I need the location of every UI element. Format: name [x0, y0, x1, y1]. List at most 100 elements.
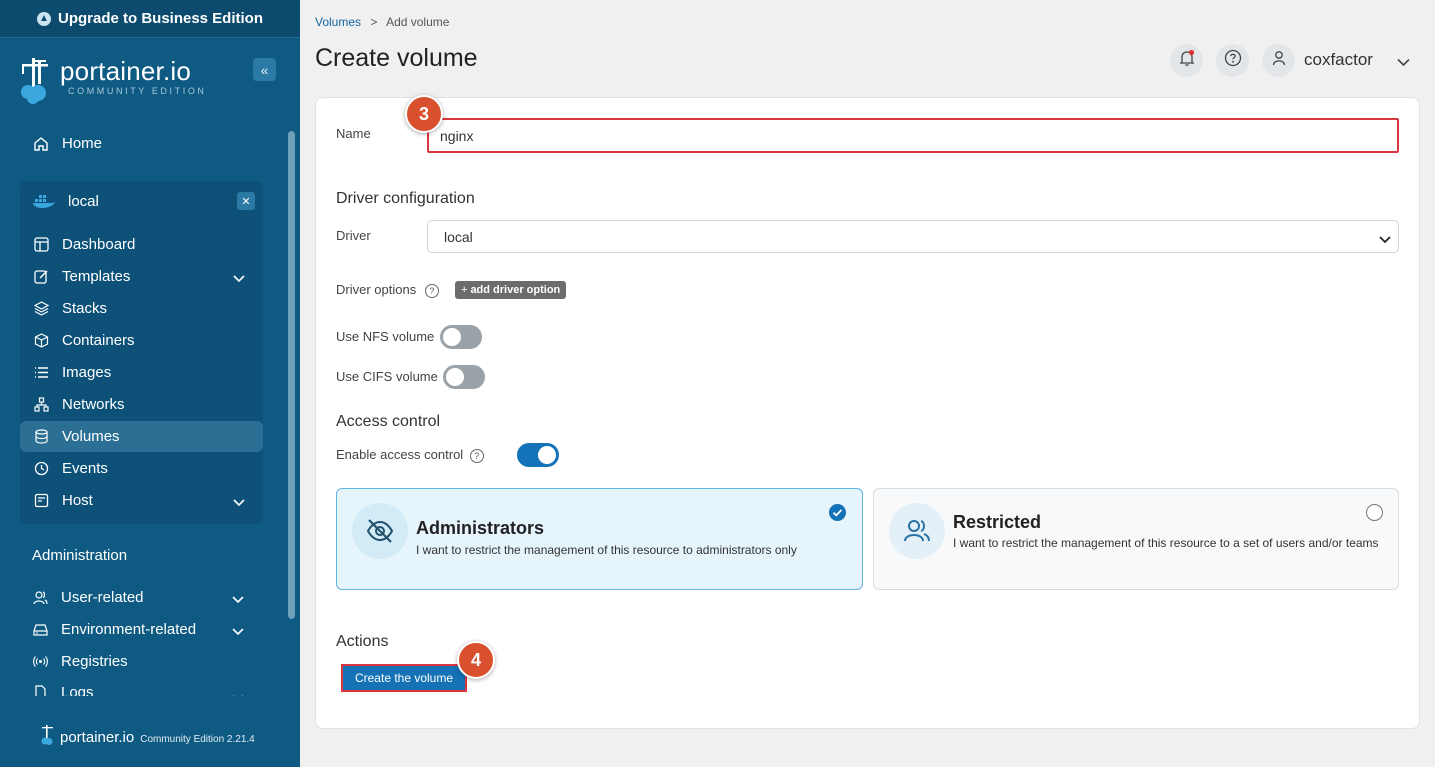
upgrade-banner[interactable]: ▲ Upgrade to Business Edition [0, 0, 300, 38]
sidebar-item-label: Dashboard [62, 236, 136, 253]
administrators-option[interactable]: Administrators I want to restrict the ma… [336, 488, 863, 590]
users-icon [889, 503, 945, 559]
chevron-down-icon [233, 270, 245, 287]
sidebar-item-logs[interactable]: Logs [19, 678, 262, 696]
driver-configuration-heading: Driver configuration [336, 190, 475, 207]
sidebar-item-label: Stacks [62, 300, 108, 317]
collapse-sidebar-button[interactable]: « [253, 58, 276, 81]
sidebar-item-templates[interactable]: Templates [20, 261, 263, 292]
users-icon [32, 590, 48, 606]
actions-heading: Actions [336, 633, 389, 650]
user-avatar[interactable] [1262, 44, 1295, 77]
administration-heading: Administration [32, 547, 128, 564]
breadcrumb: Volumes > Add volume [315, 15, 449, 29]
page-title: Create volume [315, 44, 478, 72]
docker-icon [32, 193, 56, 209]
breadcrumb-volumes-link[interactable]: Volumes [315, 15, 361, 29]
server-icon [33, 493, 49, 509]
driver-options-text: Driver options [336, 282, 417, 297]
create-volume-card [315, 97, 1420, 729]
home-icon [33, 136, 49, 152]
driver-select-value: local [444, 228, 473, 245]
environment-header[interactable]: local ✕ [20, 183, 263, 219]
chevron-down-icon [232, 591, 244, 608]
sidebar-item-host[interactable]: Host [20, 485, 263, 516]
sidebar-item-label: Host [62, 492, 93, 509]
chevron-down-icon [1379, 231, 1391, 247]
access-control-heading: Access control [336, 413, 441, 430]
help-circle-icon[interactable]: ? [469, 448, 484, 463]
nfs-toggle[interactable] [440, 325, 482, 349]
restricted-description: I want to restrict the management of thi… [953, 536, 1379, 550]
help-circle-icon [1224, 49, 1242, 72]
add-driver-option-label: add driver option [470, 284, 561, 296]
step-badge-3: 3 [405, 95, 443, 133]
portainer-crane-icon [18, 56, 52, 104]
sidebar-item-events[interactable]: Events [20, 453, 263, 484]
chevron-down-icon [232, 690, 244, 696]
sidebar-item-environment-related[interactable]: Environment-related [19, 614, 262, 645]
user-name[interactable]: coxfactor [1304, 50, 1373, 70]
notifications-button[interactable] [1170, 44, 1203, 77]
volume-name-input[interactable] [427, 118, 1399, 153]
eye-off-icon [352, 503, 408, 559]
portainer-logo[interactable]: portainer.io COMMUNITY EDITION [18, 56, 207, 104]
restricted-option[interactable]: Restricted I want to restrict the manage… [873, 488, 1399, 590]
sidebar-item-networks[interactable]: Networks [20, 389, 263, 420]
plus-icon: + [461, 284, 468, 296]
chevron-down-icon [232, 623, 244, 640]
arrow-up-circle-icon: ▲ [36, 11, 51, 26]
edit-icon [33, 269, 49, 285]
sidebar-footer: portainer.io Community Edition 2.21.4 [40, 724, 255, 751]
sidebar-item-dashboard[interactable]: Dashboard [20, 229, 263, 260]
footer-version: Community Edition 2.21.4 [140, 733, 255, 745]
clock-icon [33, 461, 49, 477]
upgrade-label: Upgrade to Business Edition [57, 10, 264, 27]
sidebar-item-label: Events [62, 460, 108, 477]
chevron-down-icon[interactable] [1397, 54, 1410, 72]
help-circle-icon[interactable]: ? [424, 283, 439, 298]
environment-name: local [68, 192, 99, 210]
breadcrumb-separator: > [370, 15, 378, 29]
footer-name: portainer.io [60, 729, 135, 746]
step-badge-4: 4 [457, 641, 495, 679]
box-icon [33, 333, 49, 349]
network-icon [33, 397, 49, 413]
check-icon [829, 504, 846, 521]
cifs-toggle[interactable] [443, 365, 485, 389]
sidebar-item-volumes[interactable]: Volumes [20, 421, 263, 452]
nfs-label: Use NFS volume [336, 329, 435, 344]
breadcrumb-current: Add volume [386, 15, 450, 29]
close-environment-button[interactable]: ✕ [237, 192, 255, 210]
add-driver-option-button[interactable]: + add driver option [455, 281, 567, 299]
sidebar-item-label: Containers [62, 332, 135, 349]
radio-icon [32, 654, 48, 670]
cifs-label: Use CIFS volume [336, 369, 438, 384]
access-control-label: Enable access control ? [336, 447, 484, 463]
sidebar-item-containers[interactable]: Containers [20, 325, 263, 356]
sidebar-item-home[interactable]: Home [20, 128, 263, 159]
radio-circle-icon[interactable] [1366, 504, 1383, 521]
chevron-down-icon [233, 494, 245, 511]
sidebar-item-images[interactable]: Images [20, 357, 263, 388]
logo-name: portainer.io [60, 56, 192, 86]
sidebar-item-stacks[interactable]: Stacks [20, 293, 263, 324]
sidebar-item-user-related[interactable]: User-related [19, 582, 262, 613]
sidebar-scrollbar[interactable] [288, 131, 295, 619]
administrators-title: Administrators [416, 518, 545, 538]
sidebar: ▲ Upgrade to Business Edition portainer.… [0, 0, 300, 767]
help-button[interactable] [1216, 44, 1249, 77]
double-chevron-left-icon: « [260, 61, 269, 78]
driver-select[interactable]: local [427, 220, 1399, 253]
administrators-description: I want to restrict the management of thi… [416, 543, 797, 557]
sidebar-item-label: Logs [61, 684, 94, 696]
sidebar-item-registries[interactable]: Registries [19, 646, 262, 677]
access-control-toggle[interactable] [517, 443, 559, 467]
list-icon [33, 365, 49, 381]
dashboard-icon [33, 237, 49, 253]
create-volume-button[interactable]: Create the volume [341, 664, 467, 692]
layers-icon [33, 301, 49, 317]
bell-icon [1178, 49, 1196, 72]
sidebar-item-label: Templates [62, 268, 131, 285]
file-icon [32, 684, 48, 696]
